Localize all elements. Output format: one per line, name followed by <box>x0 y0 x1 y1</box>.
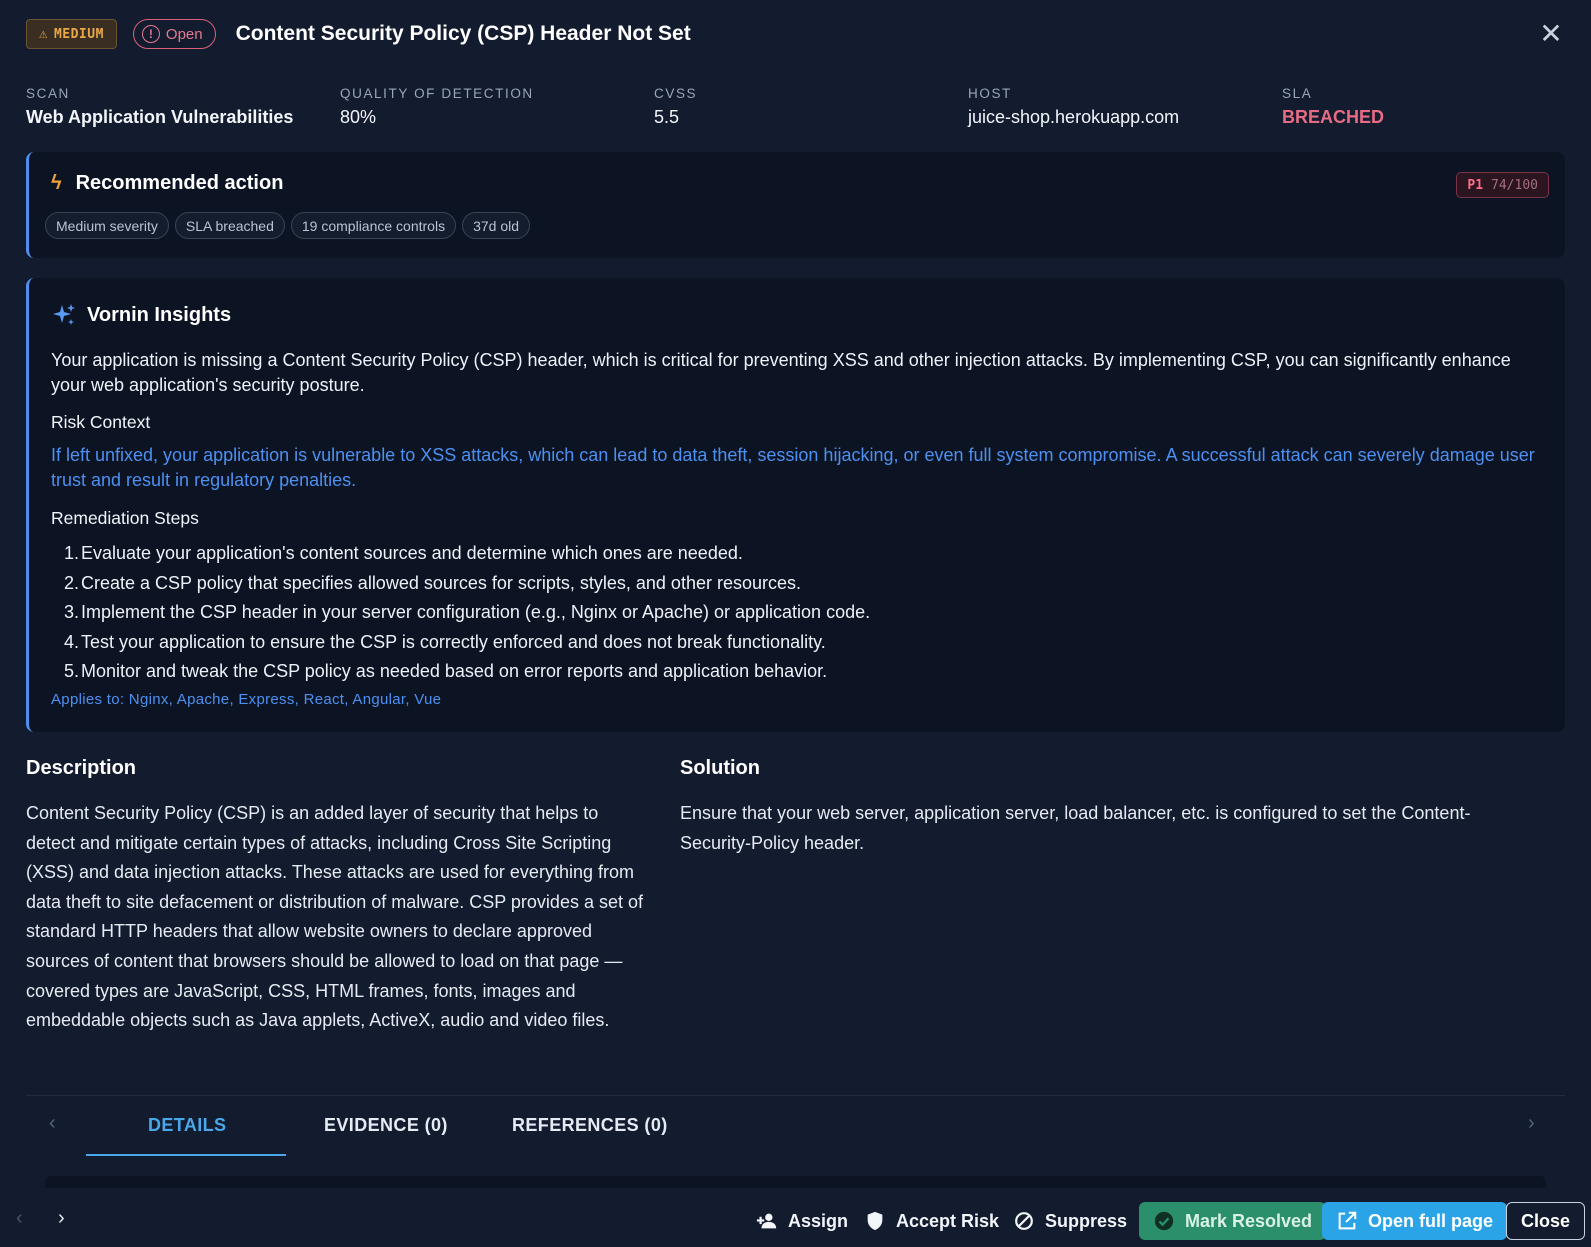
page-title: Content Security Policy (CSP) Header Not… <box>235 22 691 45</box>
priority-label: P1 <box>1467 177 1484 193</box>
remediation-steps: 1. Evaluate your application's content so… <box>51 539 870 687</box>
risk-context-text: If left unfixed, your application is vul… <box>51 445 1535 490</box>
accept-risk-button[interactable]: Accept Risk <box>864 1202 999 1240</box>
meta-value: 80% <box>340 107 377 127</box>
remediation-step: 1. Evaluate your application's content so… <box>63 543 743 563</box>
step-text: Implement the CSP header in your server … <box>81 602 871 623</box>
priority-badge: P1 74/100 <box>1456 172 1549 198</box>
priority-score: 74/100 <box>1491 177 1538 193</box>
tab-evidence[interactable]: EVIDENCE (0) <box>324 1115 448 1136</box>
solution-text: Ensure that your web server, application… <box>680 803 1471 853</box>
finding-header: ⚠ MEDIUM ! Open Content Security Policy … <box>26 18 1565 50</box>
remediation-step: 5. Monitor and tweak the CSP policy as ne… <box>63 661 828 682</box>
recommended-action-card: ϟ Recommended action P1 74/100 Medium se… <box>26 152 1565 258</box>
meta-value: 5.5 <box>654 107 680 127</box>
finding-meta: SCAN Web Application Vulnerabilities QUA… <box>26 86 1565 132</box>
description-heading: Description <box>26 757 137 779</box>
footer-bar: ‹ › Assign Accept Risk Suppress Mark Res… <box>0 1196 1591 1247</box>
alert-circle-icon: ! <box>141 25 160 43</box>
next-finding-icon[interactable]: › <box>58 1207 65 1230</box>
solution-heading: Solution <box>680 757 760 779</box>
meta-label: CVSS <box>654 86 698 101</box>
meta-cvss: CVSS 5.5 <box>654 86 697 128</box>
meta-scan: SCAN Web Application Vulnerabilities <box>26 86 293 128</box>
chip: SLA breached <box>174 212 285 239</box>
insights-title: Vornin Insights <box>87 303 232 326</box>
close-label: Close <box>1521 1210 1571 1231</box>
status-label: Open <box>165 25 203 43</box>
shield-icon <box>867 1211 883 1231</box>
step-text: Monitor and tweak the CSP policy as need… <box>81 661 828 682</box>
accept-risk-label: Accept Risk <box>896 1210 1000 1231</box>
meta-host: HOST juice-shop.herokuapp.com <box>968 86 1179 128</box>
status-badge: ! Open <box>132 19 216 49</box>
meta-quality: QUALITY OF DETECTION 80% <box>340 86 534 128</box>
add-user-icon <box>756 1213 777 1229</box>
open-full-page-label: Open full page <box>1368 1210 1494 1231</box>
step-text: Create a CSP policy that specifies allow… <box>81 572 801 593</box>
insights-card: Vornin Insights Your application is miss… <box>26 278 1565 732</box>
previous-finding-icon[interactable]: ‹ <box>16 1207 23 1230</box>
meta-value: juice-shop.herokuapp.com <box>968 107 1180 127</box>
active-tab-indicator <box>86 1154 286 1156</box>
assign-button[interactable]: Assign <box>756 1202 848 1240</box>
tabs-scroll-right-icon[interactable]: › <box>1528 1112 1535 1135</box>
tabs-divider <box>26 1095 1565 1096</box>
remediation-step: 3. Implement the CSP header in your serve… <box>63 602 871 623</box>
remediation-step: 2. Create a CSP policy that specifies all… <box>63 572 801 593</box>
description-text: Content Security Policy (CSP) is an adde… <box>26 803 643 1031</box>
chip: 19 compliance controls <box>290 212 457 239</box>
close-button[interactable]: Close <box>1506 1202 1586 1240</box>
meta-label: QUALITY OF DETECTION <box>340 86 534 101</box>
severity-badge: ⚠ MEDIUM <box>26 19 117 49</box>
check-circle-icon <box>1154 1211 1174 1231</box>
tab-panel <box>45 1176 1546 1188</box>
insights-heading: Vornin Insights <box>51 302 231 328</box>
external-link-icon <box>1338 1211 1357 1230</box>
recommended-chips: Medium severity SLA breached 19 complian… <box>45 212 531 239</box>
tab-references[interactable]: REFERENCES (0) <box>512 1115 668 1136</box>
lightning-icon: ϟ <box>51 172 62 194</box>
recommended-action-title: Recommended action <box>75 172 284 194</box>
meta-label: SLA <box>1282 86 1313 101</box>
insights-summary: Your application is missing a Content Se… <box>51 350 1511 395</box>
chip: 37d old <box>462 212 531 239</box>
recommended-action-heading: ϟ Recommended action <box>51 172 283 195</box>
meta-value: Web Application Vulnerabilities <box>26 107 294 127</box>
severity-label: MEDIUM <box>53 26 104 42</box>
meta-label: HOST <box>968 86 1012 101</box>
open-full-page-button[interactable]: Open full page <box>1322 1202 1508 1240</box>
suppress-button[interactable]: Suppress <box>1013 1202 1127 1240</box>
close-icon[interactable]: ✕ <box>1537 20 1565 48</box>
block-icon <box>1015 1212 1033 1230</box>
tabs-scroll-left-icon[interactable]: ‹ <box>49 1112 56 1135</box>
warning-icon: ⚠ <box>39 26 48 42</box>
meta-sla: SLA BREACHED <box>1282 86 1384 128</box>
sparkle-icon <box>53 304 75 325</box>
suppress-label: Suppress <box>1045 1210 1128 1231</box>
sla-status: BREACHED <box>1282 107 1385 127</box>
step-text: Test your application to ensure the CSP … <box>81 631 826 652</box>
applies-to: Applies to: Nginx, Apache, Express, Reac… <box>51 691 442 708</box>
tab-details[interactable]: DETAILS <box>148 1115 226 1136</box>
mark-resolved-button[interactable]: Mark Resolved <box>1139 1202 1327 1240</box>
meta-label: SCAN <box>26 86 70 101</box>
risk-context-heading: Risk Context <box>51 412 151 432</box>
chip: Medium severity <box>45 212 169 239</box>
remediation-step: 4. Test your application to ensure the CS… <box>63 631 826 652</box>
step-text: Evaluate your application's content sour… <box>81 543 743 563</box>
assign-label: Assign <box>788 1210 849 1231</box>
remediation-heading: Remediation Steps <box>51 508 199 528</box>
mark-resolved-label: Mark Resolved <box>1185 1210 1313 1231</box>
